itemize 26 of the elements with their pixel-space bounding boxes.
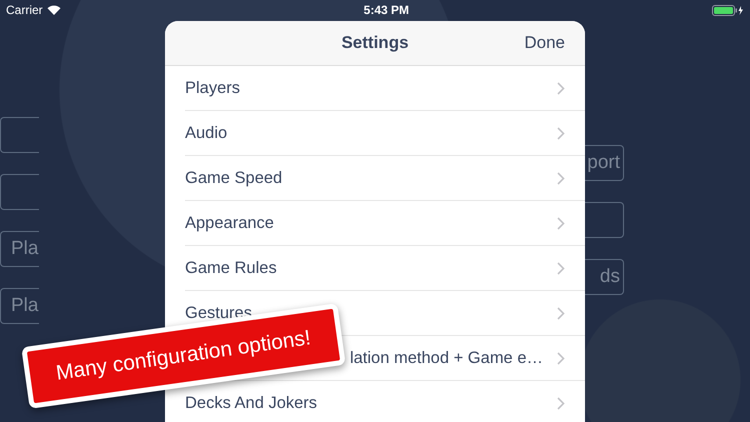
chevron-icon bbox=[557, 396, 565, 410]
settings-row[interactable]: Game Speed bbox=[185, 156, 585, 201]
chevron-icon bbox=[557, 172, 565, 184]
settings-row[interactable]: Appearance bbox=[185, 201, 585, 246]
chevron-icon bbox=[557, 126, 565, 140]
wifi-icon bbox=[46, 5, 61, 15]
chevron-icon bbox=[557, 306, 565, 320]
menu-button[interactable]: Pla bbox=[0, 288, 39, 324]
done-button[interactable]: Done bbox=[524, 33, 565, 53]
chevron-icon bbox=[557, 216, 565, 230]
chevron-icon bbox=[557, 262, 565, 274]
menu-button[interactable]: port bbox=[585, 145, 624, 181]
chevron-icon bbox=[557, 352, 565, 364]
settings-row[interactable]: Players bbox=[185, 66, 585, 111]
menu-button[interactable] bbox=[0, 117, 39, 153]
sheet-title: Settings bbox=[341, 33, 409, 53]
menu-button[interactable]: ds bbox=[585, 259, 624, 295]
clock-time: 5:43 PM bbox=[364, 3, 410, 17]
chevron-icon bbox=[557, 82, 565, 94]
battery-icon bbox=[712, 4, 744, 16]
carrier-name: Carrier bbox=[6, 3, 43, 17]
settings-row[interactable]: Game Rules bbox=[185, 246, 585, 291]
menu-button[interactable] bbox=[0, 174, 39, 210]
menu-button[interactable]: Pla bbox=[0, 231, 39, 267]
settings-row[interactable]: Audio bbox=[185, 111, 585, 156]
menu-button[interactable] bbox=[585, 202, 624, 238]
